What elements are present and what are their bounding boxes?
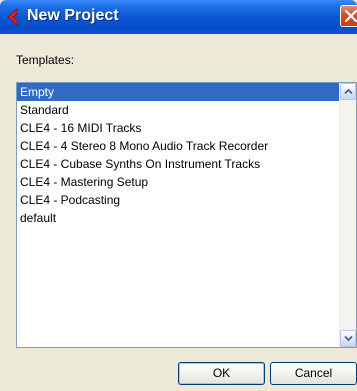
cancel-button[interactable]: Cancel [270,362,357,385]
ok-button[interactable]: OK [178,362,265,385]
scroll-down-button[interactable] [340,330,356,347]
list-item-cle4-mastering-setup[interactable]: CLE4 - Mastering Setup [17,173,339,191]
list-item-standard[interactable]: Standard [17,101,339,119]
title-bar[interactable]: New Project [0,0,357,34]
new-project-dialog: New Project Templates: Empty Standard CL… [0,0,357,391]
close-icon [344,9,357,23]
chevron-down-icon [344,335,353,342]
list-item-cle4-cubase-synths[interactable]: CLE4 - Cubase Synths On Instrument Track… [17,155,339,173]
templates-label: Templates: [16,53,75,67]
close-button[interactable] [340,5,357,27]
vertical-scrollbar[interactable] [339,83,356,347]
scroll-up-button[interactable] [340,83,356,100]
dialog-title: New Project [27,7,119,24]
list-item-cle4-16-midi-tracks[interactable]: CLE4 - 16 MIDI Tracks [17,119,339,137]
cubase-arrow-icon [5,8,21,26]
list-item-cle4-audio-track-recorder[interactable]: CLE4 - 4 Stereo 8 Mono Audio Track Recor… [17,137,339,155]
list-item-empty[interactable]: Empty [17,83,339,101]
chevron-up-icon [344,88,353,95]
list-item-cle4-podcasting[interactable]: CLE4 - Podcasting [17,191,339,209]
list-item-default[interactable]: default [17,209,339,227]
templates-listbox[interactable]: Empty Standard CLE4 - 16 MIDI Tracks CLE… [16,82,357,348]
templates-list: Empty Standard CLE4 - 16 MIDI Tracks CLE… [17,83,339,347]
